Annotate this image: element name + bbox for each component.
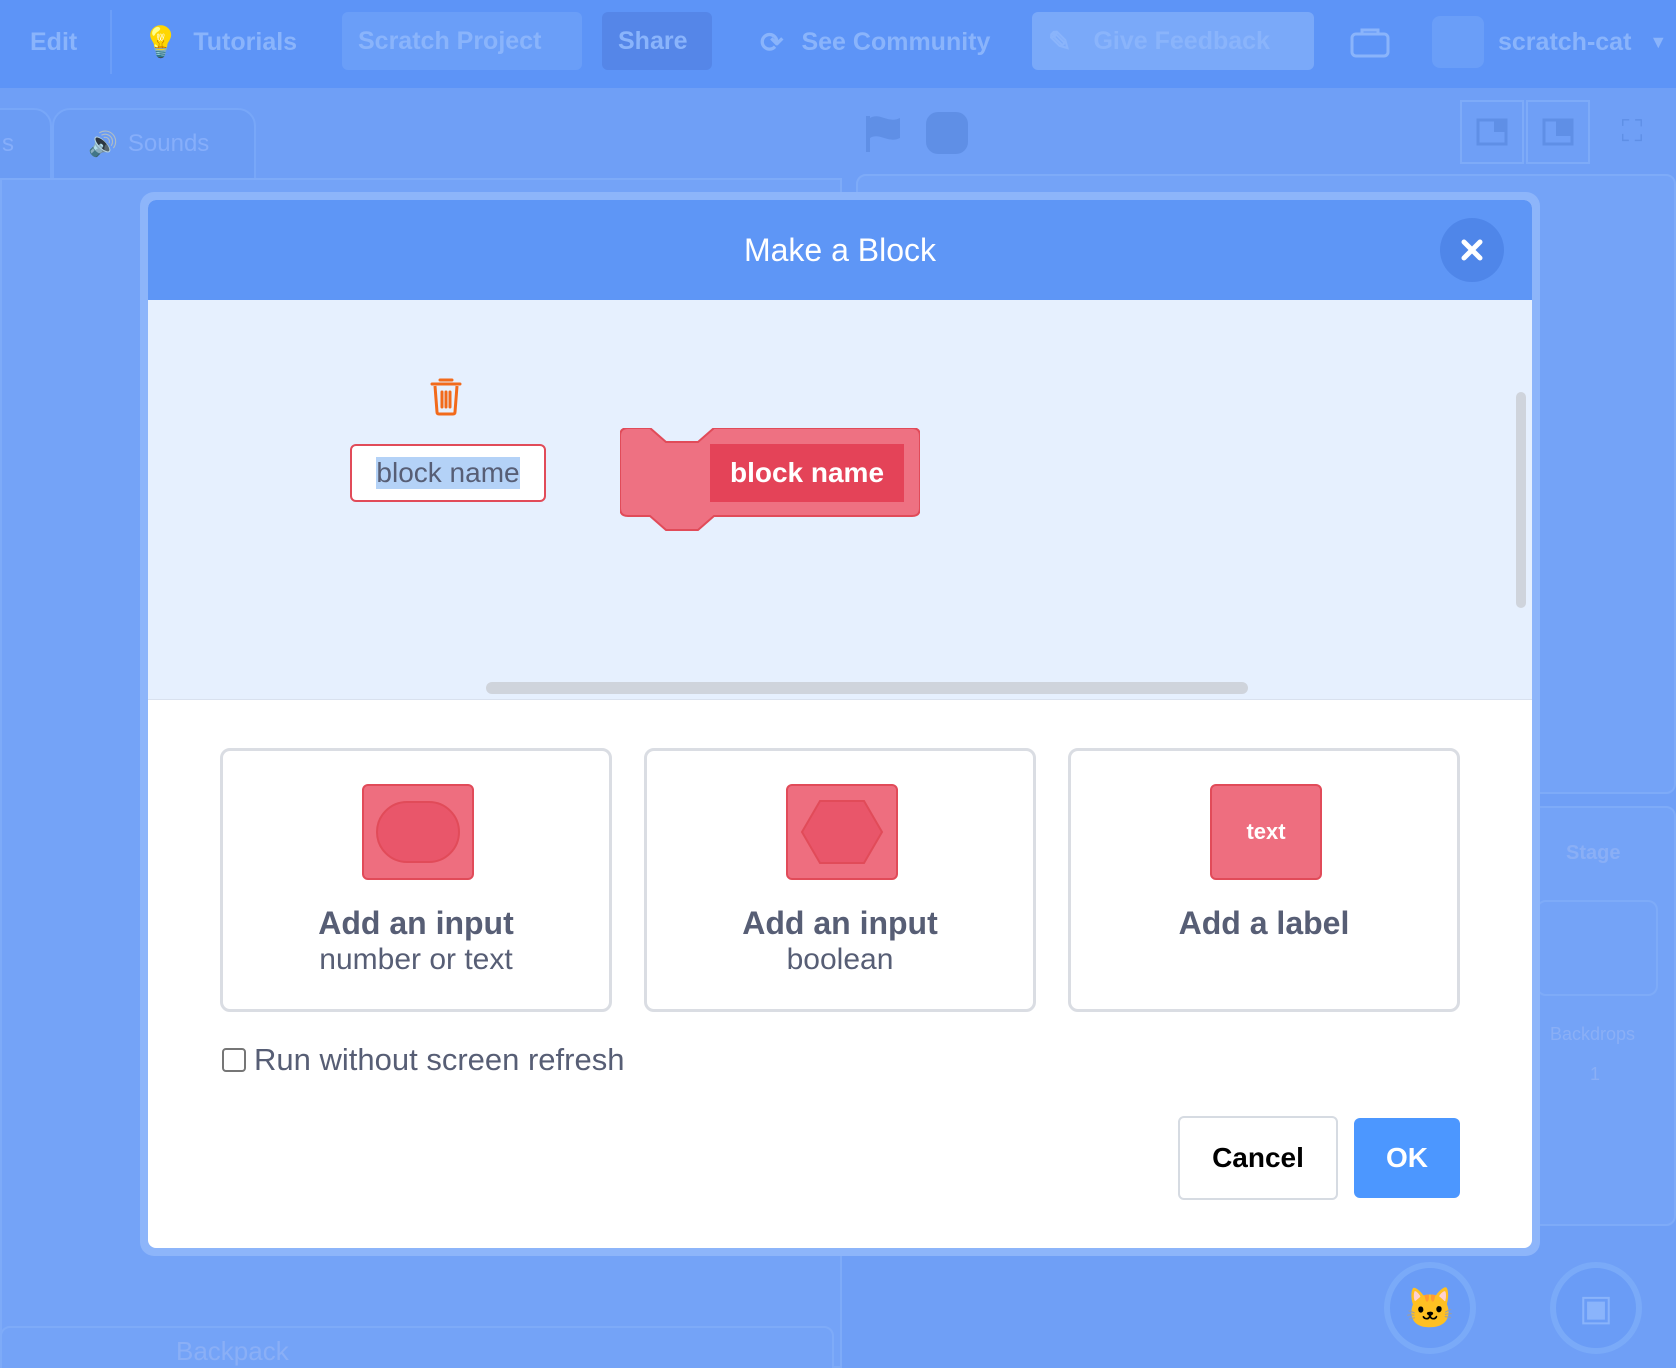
backdrops-count: 1 xyxy=(1590,1064,1601,1084)
dialog-header: Make a Block xyxy=(148,200,1532,300)
option-subtitle: boolean xyxy=(786,943,894,976)
small-stage-icon xyxy=(1476,118,1508,146)
menu-bar: Edit 💡 Tutorials Scratch Project Share ⟳… xyxy=(0,0,1676,88)
add-input-boolean-button[interactable]: Add an input boolean xyxy=(644,748,1036,1012)
add-input-number-text-button[interactable]: Add an input number or text xyxy=(220,748,612,1012)
run-without-refresh-label[interactable]: Run without screen refresh xyxy=(254,1042,624,1078)
menu-edit[interactable]: Edit xyxy=(30,0,77,84)
label-icon: text xyxy=(1210,784,1322,880)
vertical-scrollbar[interactable] xyxy=(1516,392,1526,608)
backpack-label: Backpack xyxy=(176,1336,289,1366)
dialog-title: Make a Block xyxy=(743,231,937,268)
stage-thumbnail xyxy=(1536,900,1658,996)
menu-divider xyxy=(110,10,112,74)
cancel-button[interactable]: Cancel xyxy=(1178,1116,1338,1200)
fullscreen-icon: ⛶ xyxy=(1621,115,1643,148)
give-feedback-button[interactable]: ✎ Give Feedback xyxy=(1032,12,1314,70)
see-community-label: See Community xyxy=(801,27,991,56)
trash-icon[interactable] xyxy=(428,376,464,416)
choose-sprite-button[interactable]: 🐱 xyxy=(1384,1262,1476,1354)
image-icon: ▣ xyxy=(1578,1287,1613,1328)
horizontal-scrollbar[interactable] xyxy=(486,682,1248,694)
small-stage-button[interactable] xyxy=(1460,100,1524,164)
add-label-button[interactable]: text Add a label xyxy=(1068,748,1460,1012)
choose-backdrop-button[interactable]: ▣ xyxy=(1550,1262,1642,1354)
stop-icon[interactable] xyxy=(926,112,968,154)
my-stuff-icon[interactable] xyxy=(1350,0,1390,84)
block-name-input[interactable] xyxy=(350,444,546,502)
large-stage-icon xyxy=(1542,118,1574,146)
see-community-button[interactable]: ⟳ See Community xyxy=(760,0,990,84)
custom-block-name-label[interactable]: block name xyxy=(710,444,904,502)
boolean-input-icon xyxy=(786,784,898,880)
menu-tutorials-label: Tutorials xyxy=(193,27,298,56)
block-editor-workspace: block name xyxy=(148,300,1532,700)
tab-costumes-label: s xyxy=(2,130,14,157)
lightbulb-icon: 💡 xyxy=(142,25,180,59)
account-menu[interactable]: scratch-cat ▼ xyxy=(1432,0,1667,84)
option-title: Add an input xyxy=(742,905,938,941)
run-without-refresh-checkbox[interactable] xyxy=(222,1048,246,1072)
tab-sounds-label: Sounds xyxy=(127,130,210,157)
tab-sounds[interactable]: 🔊 Sounds xyxy=(52,108,256,180)
large-stage-button[interactable] xyxy=(1526,100,1590,164)
stage-selector[interactable] xyxy=(1520,806,1676,1226)
share-button[interactable]: Share xyxy=(602,12,712,70)
number-text-input-icon xyxy=(362,784,474,880)
backpack-bar[interactable] xyxy=(0,1326,834,1368)
option-title: Add a label xyxy=(1178,905,1350,941)
username-label: scratch-cat xyxy=(1498,27,1632,56)
close-button[interactable] xyxy=(1440,218,1504,282)
make-a-block-dialog: Make a Block block name Add an input num… xyxy=(148,200,1532,1248)
chevron-down-icon: ▼ xyxy=(1649,31,1668,52)
ok-button[interactable]: OK xyxy=(1354,1118,1460,1198)
label-icon-text: text xyxy=(1246,819,1286,844)
run-without-refresh-row: Run without screen refresh xyxy=(222,1042,624,1078)
give-feedback-label: Give Feedback xyxy=(1093,26,1270,55)
tab-costumes[interactable]: s xyxy=(0,108,52,180)
option-title: Add an input xyxy=(318,905,514,941)
green-flag-icon[interactable] xyxy=(862,112,904,159)
speaker-icon: 🔊 xyxy=(88,130,118,158)
pencil-icon: ✎ xyxy=(1048,25,1072,57)
project-title-input[interactable]: Scratch Project xyxy=(342,12,582,70)
avatar xyxy=(1432,16,1484,68)
option-subtitle: number or text xyxy=(319,943,513,976)
backdrops-label: Backdrops xyxy=(1550,1024,1636,1044)
menu-tutorials[interactable]: 💡 Tutorials xyxy=(142,0,297,84)
fullscreen-button[interactable]: ⛶ xyxy=(1600,100,1664,164)
stage-label: Stage xyxy=(1566,842,1621,864)
cat-icon: 🐱 xyxy=(1405,1286,1455,1331)
refresh-icon: ⟳ xyxy=(760,26,784,58)
close-icon xyxy=(1461,239,1483,261)
